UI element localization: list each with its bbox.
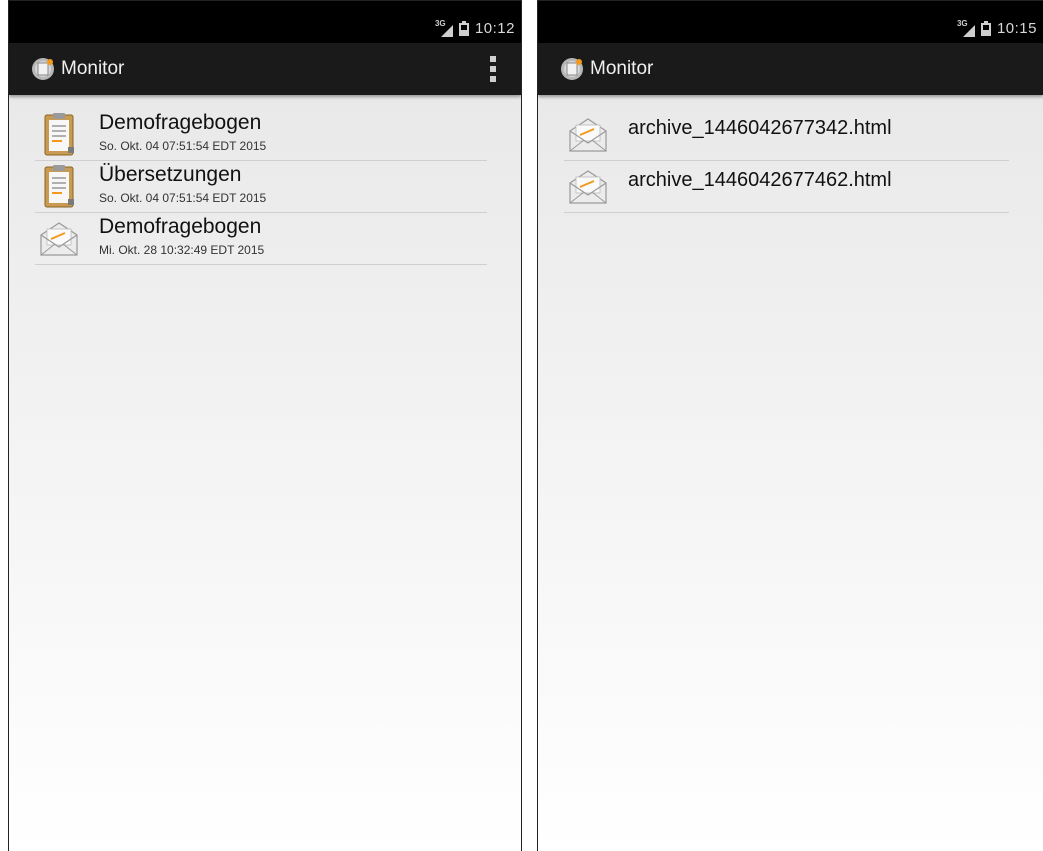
right-screen: 3G 10:15 Monitor archive_1446042677342.h… xyxy=(537,0,1043,851)
app-logo-icon[interactable] xyxy=(558,55,586,83)
item-title: Übersetzungen xyxy=(99,163,242,186)
item-title: archive_1446042677462.html xyxy=(628,169,892,191)
envelope-icon xyxy=(564,111,612,159)
status-time: 10:12 xyxy=(474,20,515,37)
item-title: Demofragebogen xyxy=(99,111,262,134)
left-screen: 3G 10:12 Monitor Demofragebogen So. Okt.… xyxy=(8,0,522,851)
list-item[interactable]: Demofragebogen So. Okt. 04 07:51:54 EDT … xyxy=(35,109,487,161)
archive-list: archive_1446042677342.html archive_14460… xyxy=(538,109,1043,213)
signal-icon: 3G xyxy=(435,19,453,37)
app-title: Monitor xyxy=(590,58,654,79)
list-item[interactable]: archive_1446042677342.html xyxy=(564,109,1009,161)
overflow-menu-icon[interactable] xyxy=(489,56,497,82)
item-title: Demofragebogen xyxy=(99,215,262,238)
app-logo-icon[interactable] xyxy=(29,55,57,83)
questionnaire-list: Demofragebogen So. Okt. 04 07:51:54 EDT … xyxy=(9,109,521,265)
app-title: Monitor xyxy=(61,58,125,79)
item-timestamp: Mi. Okt. 28 10:32:49 EDT 2015 xyxy=(99,243,265,257)
action-bar: Monitor xyxy=(538,43,1043,95)
clipboard-icon xyxy=(35,111,83,159)
list-item[interactable]: archive_1446042677462.html xyxy=(564,161,1009,213)
battery-icon xyxy=(980,21,991,36)
status-time: 10:15 xyxy=(996,20,1037,37)
signal-icon: 3G xyxy=(957,19,975,37)
clipboard-icon xyxy=(35,163,83,211)
item-timestamp: So. Okt. 04 07:51:54 EDT 2015 xyxy=(99,139,267,153)
item-title: archive_1446042677342.html xyxy=(628,117,892,139)
list-item[interactable]: Demofragebogen Mi. Okt. 28 10:32:49 EDT … xyxy=(35,213,487,265)
list-item[interactable]: Übersetzungen So. Okt. 04 07:51:54 EDT 2… xyxy=(35,161,487,213)
status-bar: 3G 10:12 xyxy=(9,1,521,43)
status-bar: 3G 10:15 xyxy=(538,1,1043,43)
envelope-icon xyxy=(564,163,612,211)
battery-icon xyxy=(458,21,469,36)
item-timestamp: So. Okt. 04 07:51:54 EDT 2015 xyxy=(99,191,267,205)
action-bar: Monitor xyxy=(9,43,521,95)
envelope-icon xyxy=(35,215,83,263)
